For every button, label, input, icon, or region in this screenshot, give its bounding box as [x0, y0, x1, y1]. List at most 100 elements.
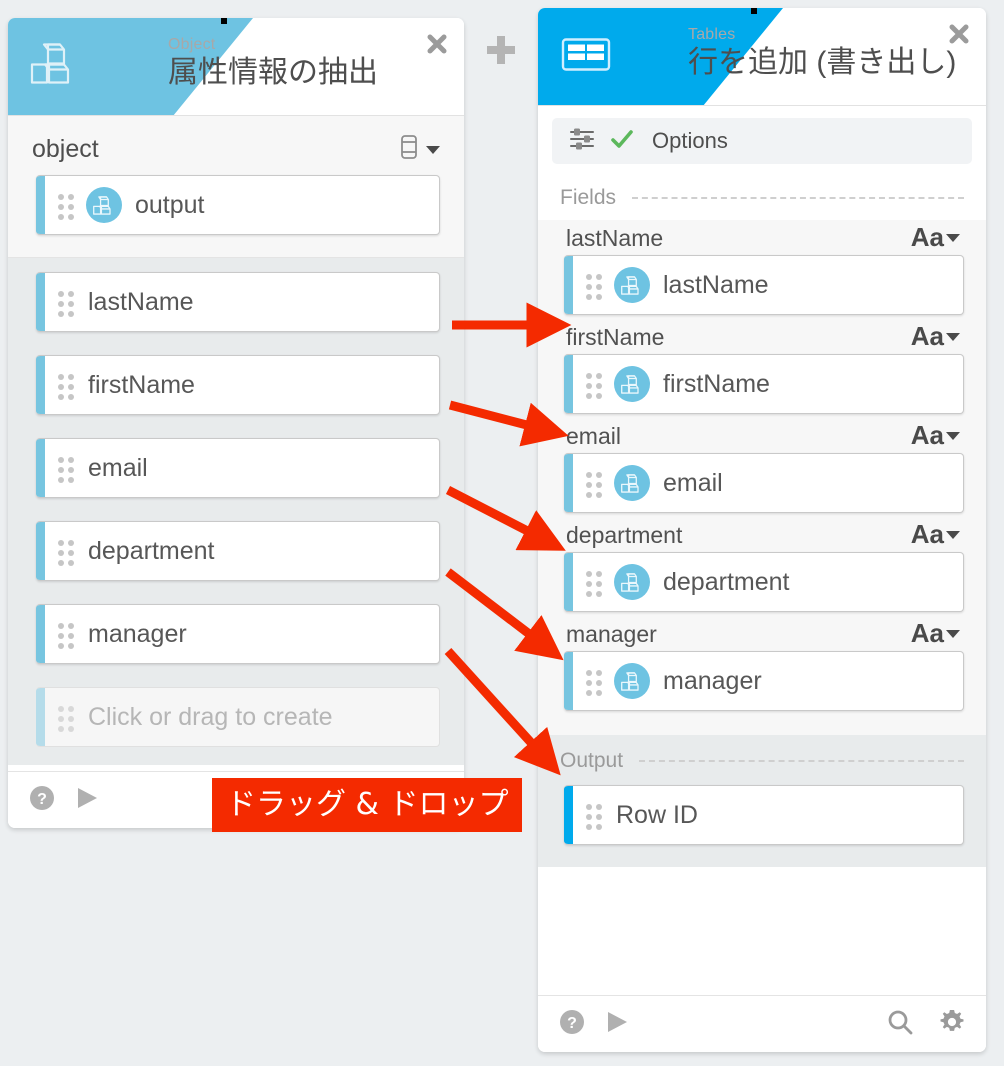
drag-grip-icon[interactable]	[58, 706, 74, 732]
cubes-icon	[86, 187, 122, 223]
drag-grip-icon[interactable]	[58, 291, 74, 317]
output-zone: Output Row ID	[538, 735, 986, 867]
field-type-selector[interactable]: Aa	[911, 222, 960, 253]
object-output-slot[interactable]: output	[36, 175, 440, 235]
drag-grip-icon[interactable]	[58, 194, 74, 220]
slot-label: email	[663, 468, 723, 497]
slot-label: firstName	[663, 369, 770, 398]
field-slot-firstname[interactable]: firstName	[36, 355, 440, 415]
slot-label: output	[135, 190, 205, 219]
field-head: firstName Aa	[560, 321, 964, 354]
drag-grip-icon[interactable]	[586, 571, 602, 597]
drag-grip-icon[interactable]	[58, 540, 74, 566]
field-type-selector[interactable]: Aa	[911, 519, 960, 550]
caret-down-icon	[946, 530, 960, 539]
slot-label: department	[88, 536, 215, 565]
slot-accent-bar	[564, 652, 573, 710]
check-icon	[610, 128, 634, 155]
field-block-manager: manager Aa manager	[560, 618, 964, 711]
annotation-banner: ドラッグ & ドロップ	[212, 778, 523, 832]
tables-panel-header: Tables 行を追加 (書き出し)	[538, 8, 986, 106]
field-type-selector[interactable]: Aa	[911, 420, 960, 451]
field-slot-manager[interactable]: manager	[36, 604, 440, 664]
gear-icon[interactable]	[938, 1008, 966, 1041]
slot-accent-bar	[564, 553, 573, 611]
field-block-firstname: firstName Aa firstName	[560, 321, 964, 414]
mapped-value-slot[interactable]: manager	[564, 651, 964, 711]
object-panel-header: Object 属性情報の抽出	[8, 18, 464, 116]
output-body: Row ID	[538, 783, 986, 867]
caret-down-icon	[946, 431, 960, 440]
mapped-value-slot[interactable]: department	[564, 552, 964, 612]
type-text-icon: Aa	[910, 519, 944, 549]
header-divider	[8, 115, 464, 116]
field-name-label: lastName	[566, 225, 664, 251]
field-head: lastName Aa	[560, 222, 964, 255]
slot-label: firstName	[88, 370, 195, 399]
object-section-head: object	[32, 134, 440, 165]
field-slot-email[interactable]: email	[36, 438, 440, 498]
add-module-button[interactable]	[487, 36, 515, 64]
field-name-label: email	[566, 423, 621, 449]
object-panel: Object 属性情報の抽出 object output lastName fi…	[8, 18, 464, 828]
play-icon[interactable]	[604, 1008, 630, 1041]
cubes-icon	[614, 366, 650, 402]
field-type-selector[interactable]: Aa	[911, 618, 960, 649]
create-field-placeholder-slot[interactable]: Click or drag to create	[36, 687, 440, 747]
field-slot-department[interactable]: department	[36, 521, 440, 581]
object-section: object output	[8, 116, 464, 258]
search-icon[interactable]	[886, 1008, 914, 1041]
drag-grip-icon[interactable]	[586, 472, 602, 498]
caret-down-icon	[946, 332, 960, 341]
play-icon[interactable]	[74, 784, 100, 817]
type-text-icon: Aa	[910, 618, 944, 648]
type-text-icon: Aa	[910, 222, 944, 252]
svg-text:?: ?	[37, 791, 47, 808]
help-circle-icon[interactable]: ?	[558, 1008, 586, 1041]
slot-label: lastName	[88, 287, 194, 316]
slot-accent-bar	[36, 273, 45, 331]
type-text-icon: Aa	[910, 321, 944, 351]
drag-grip-icon[interactable]	[586, 670, 602, 696]
field-block-email: email Aa email	[560, 420, 964, 513]
slot-label: lastName	[663, 270, 769, 299]
mapped-value-slot[interactable]: lastName	[564, 255, 964, 315]
tables-panel-title: 行を追加 (書き出し)	[688, 46, 957, 79]
help-circle-icon[interactable]: ?	[28, 784, 56, 817]
header-divider	[538, 105, 986, 106]
slot-accent-bar	[564, 454, 573, 512]
field-name-label: manager	[566, 621, 657, 647]
section-divider	[632, 197, 964, 199]
drag-grip-icon[interactable]	[586, 804, 602, 830]
drag-grip-icon[interactable]	[586, 274, 602, 300]
field-head: email Aa	[560, 420, 964, 453]
caret-down-icon	[946, 629, 960, 638]
drag-grip-icon[interactable]	[58, 374, 74, 400]
options-row[interactable]: Options	[552, 118, 972, 164]
slot-label: Click or drag to create	[88, 702, 333, 731]
close-icon[interactable]	[946, 20, 972, 46]
output-rowid-slot[interactable]: Row ID	[564, 785, 964, 845]
field-slot-lastname[interactable]: lastName	[36, 272, 440, 332]
options-wrapper: Options	[538, 106, 986, 178]
cubes-icon	[614, 663, 650, 699]
slot-label: manager	[663, 666, 762, 695]
drag-grip-icon[interactable]	[58, 623, 74, 649]
slot-label: Row ID	[616, 800, 698, 829]
slot-accent-bar	[36, 605, 45, 663]
mapped-value-slot[interactable]: email	[564, 453, 964, 513]
footer-right-tools	[886, 1008, 966, 1041]
caret-down-icon	[946, 233, 960, 242]
mapped-value-slot[interactable]: firstName	[564, 354, 964, 414]
field-type-selector[interactable]: Aa	[911, 321, 960, 352]
output-section-head: Output	[538, 749, 986, 773]
drag-grip-icon[interactable]	[586, 373, 602, 399]
object-panel-title: 属性情報の抽出	[168, 56, 378, 89]
drag-grip-icon[interactable]	[58, 457, 74, 483]
field-name-label: department	[566, 522, 683, 548]
tables-panel-kicker: Tables	[688, 26, 736, 43]
field-name-label: firstName	[566, 324, 665, 350]
object-section-label: object	[32, 135, 99, 163]
database-selector[interactable]	[399, 134, 440, 165]
close-icon[interactable]	[424, 30, 450, 56]
